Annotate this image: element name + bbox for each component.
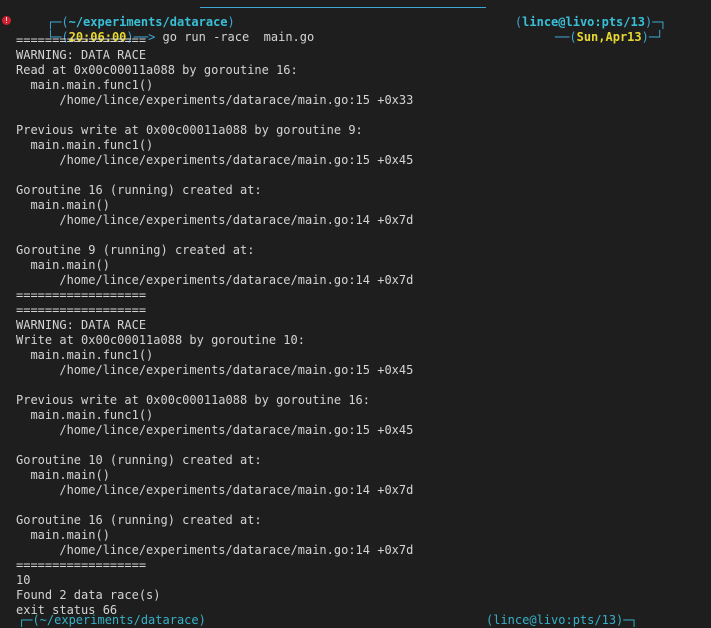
output-line: main.main.func1() xyxy=(16,408,154,422)
next-prompt-path: ┌─(~/experiments/datarace) xyxy=(18,613,206,627)
output-line: /home/lince/experiments/datarace/main.go… xyxy=(16,273,414,287)
error-dot-icon: ! xyxy=(2,16,11,25)
output-line: Previous write at 0x00c00011a088 by goro… xyxy=(16,123,363,137)
prompt-date-close: )─┘ xyxy=(641,30,664,44)
output-line: WARNING: DATA RACE xyxy=(16,48,147,62)
output-line: /home/lince/experiments/datarace/main.go… xyxy=(16,483,414,497)
prompt-command-segment: └─(20:06:00)──> go run -race main.go xyxy=(18,15,314,44)
prompt-user-segment: (lince@livo:pts/13)─┐ xyxy=(486,0,667,29)
output-line: Goroutine 10 (running) created at: xyxy=(16,453,262,467)
prompt-date: Sun,Apr13 xyxy=(576,30,642,44)
output-line: main.main() xyxy=(16,468,110,482)
output-line: ================== xyxy=(16,303,147,317)
next-prompt-user: (lince@livo:pts/13)─┐ xyxy=(486,613,638,627)
output-line: /home/lince/experiments/datarace/main.go… xyxy=(16,363,414,377)
output-line: main.main() xyxy=(16,198,110,212)
terminal-window[interactable]: ┌─(~/experiments/datarace) (lince@livo:p… xyxy=(0,0,711,627)
output-line: ================== xyxy=(16,558,147,572)
output-line: /home/lince/experiments/datarace/main.go… xyxy=(16,213,414,227)
prompt-date-open: ──( xyxy=(554,30,577,44)
prompt-divider-line xyxy=(200,7,486,8)
output-line: Read at 0x00c00011a088 by goroutine 16: xyxy=(16,63,298,77)
output-line: main.main.func1() xyxy=(16,138,154,152)
output-line: ================== xyxy=(16,33,147,47)
output-line: Goroutine 16 (running) created at: xyxy=(16,183,262,197)
output-line: Previous write at 0x00c00011a088 by goro… xyxy=(16,393,371,407)
output-line: Goroutine 16 (running) created at: xyxy=(16,513,262,527)
output-line: /home/lince/experiments/datarace/main.go… xyxy=(16,543,414,557)
output-line: 10 xyxy=(16,573,31,587)
output-line: main.main() xyxy=(16,258,110,272)
output-line: Goroutine 9 (running) created at: xyxy=(16,243,255,257)
output-line: /home/lince/experiments/datarace/main.go… xyxy=(16,423,414,437)
output-line: main.main() xyxy=(16,528,110,542)
output-line: main.main.func1() xyxy=(16,348,154,362)
output-line: main.main.func1() xyxy=(16,78,154,92)
output-line: Found 2 data race(s) xyxy=(16,588,161,602)
command-text[interactable]: go run -race main.go xyxy=(163,30,315,44)
output-line: Write at 0x00c00011a088 by goroutine 10: xyxy=(16,333,305,347)
prompt-date-segment: ──(Sun,Apr13)─┘ xyxy=(526,15,663,44)
output-line: ================== xyxy=(16,288,147,302)
output-line: WARNING: DATA RACE xyxy=(16,318,147,332)
output-line: /home/lince/experiments/datarace/main.go… xyxy=(16,93,414,107)
output-line: /home/lince/experiments/datarace/main.go… xyxy=(16,153,414,167)
